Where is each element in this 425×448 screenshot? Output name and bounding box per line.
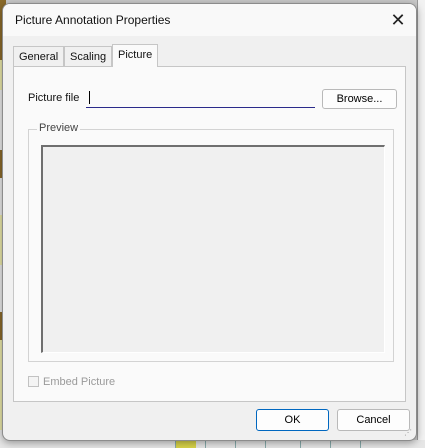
ok-button[interactable]: OK xyxy=(256,409,329,431)
background-app-right-edge xyxy=(417,0,425,448)
title-bar: Picture Annotation Properties ✕ xyxy=(3,4,416,36)
text-caret xyxy=(89,91,90,104)
embed-picture-option: Embed Picture xyxy=(28,376,115,388)
close-icon[interactable]: ✕ xyxy=(382,6,414,34)
embed-picture-checkbox[interactable] xyxy=(28,376,39,387)
preview-group: Preview xyxy=(28,122,394,362)
picture-file-label: Picture file xyxy=(28,92,80,104)
cancel-button[interactable]: Cancel xyxy=(337,409,410,431)
picture-file-input[interactable] xyxy=(86,89,315,108)
browse-button[interactable]: Browse... xyxy=(322,89,397,109)
embed-picture-label: Embed Picture xyxy=(43,376,116,388)
dialog-title: Picture Annotation Properties xyxy=(15,13,171,27)
preview-group-label: Preview xyxy=(37,122,81,134)
preview-area xyxy=(41,145,385,353)
resize-grip-icon[interactable]: ⋰ xyxy=(404,428,414,438)
picture-annotation-properties-dialog: Picture Annotation Properties ✕ General … xyxy=(2,3,417,441)
picture-tab-panel: Picture file Browse... Preview Embed Pic… xyxy=(13,66,406,402)
background-app-bottom-edge xyxy=(0,440,425,448)
tab-picture[interactable]: Picture xyxy=(112,44,159,67)
tab-scaling[interactable]: Scaling xyxy=(64,46,113,66)
tab-general[interactable]: General xyxy=(13,46,65,66)
